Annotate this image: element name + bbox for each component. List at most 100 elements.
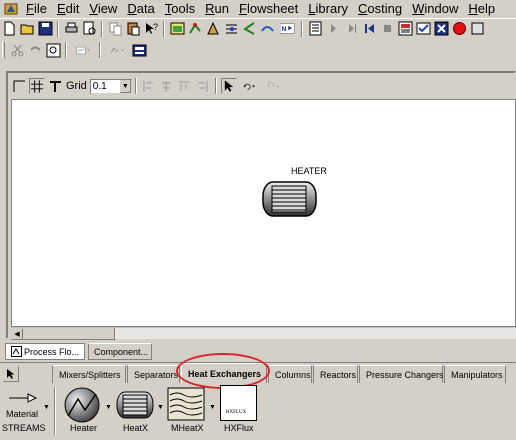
menu-flowsheet[interactable]: Flowsheet	[235, 1, 304, 16]
align-top-icon[interactable]	[177, 78, 193, 94]
chevron-down-icon[interactable]: ▼	[105, 404, 112, 411]
print-icon[interactable]	[63, 21, 79, 37]
cut-icon[interactable]	[9, 42, 25, 58]
menu-tools[interactable]: Tools	[161, 1, 201, 16]
reconcile-icon[interactable]	[241, 21, 257, 37]
menu-label-rest: lowsheet	[246, 1, 299, 16]
select-mode-arrow-icon[interactable]	[3, 366, 19, 382]
reinitialize-icon[interactable]	[361, 21, 377, 37]
settings-icon[interactable]	[469, 21, 485, 37]
draw-line-icon[interactable]	[11, 78, 27, 94]
grid-toggle-icon[interactable]	[29, 78, 45, 94]
tab-components[interactable]: Component...	[88, 343, 153, 360]
whats-this-help-icon[interactable]: ?	[143, 21, 159, 37]
chevron-down-icon[interactable]: ▼	[119, 79, 131, 93]
paste-icon[interactable]	[125, 21, 141, 37]
scroll-left-icon[interactable]: ◀	[11, 328, 23, 340]
undo-icon[interactable]	[27, 42, 43, 58]
toolbar-separator	[214, 78, 217, 94]
results-summary-icon[interactable]	[397, 21, 413, 37]
heatx-item[interactable]: HeatX ▼	[115, 385, 165, 440]
svg-text:N: N	[281, 26, 286, 33]
new-file-icon[interactable]	[1, 21, 17, 37]
model-library-icon[interactable]	[205, 21, 221, 37]
tab-manipulators[interactable]: Manipulators	[444, 365, 506, 383]
print-preview-icon[interactable]	[81, 21, 97, 37]
material-streams-item[interactable]: Material STREAMS ▼	[0, 385, 52, 440]
menu-accelerator: L	[308, 1, 316, 16]
menu-costing[interactable]: Costing	[354, 1, 408, 16]
align-center-icon[interactable]	[159, 78, 175, 94]
copy-icon[interactable]	[107, 21, 123, 37]
tab-reactors[interactable]: Reactors	[313, 365, 358, 383]
toolbar-grip[interactable]	[2, 42, 5, 58]
horizontal-scrollbar[interactable]: ◀	[11, 327, 516, 340]
menu-label-rest: ile	[33, 1, 47, 16]
secondary-toolbar	[0, 40, 516, 60]
menu-window[interactable]: Window	[408, 1, 464, 16]
material-stream-icon	[9, 393, 38, 403]
streams-toggle-icon[interactable]	[259, 21, 275, 37]
aspen-app-icon[interactable]	[4, 2, 18, 16]
open-folder-icon[interactable]	[19, 21, 35, 37]
heater-label: Heater	[70, 423, 98, 433]
chevron-down-icon[interactable]: ▼	[209, 404, 216, 411]
record-stop-icon[interactable]	[451, 21, 467, 37]
tab-pressure-changers[interactable]: Pressure Changers	[359, 365, 444, 383]
run-icon[interactable]	[343, 21, 359, 37]
chart-dropdown-icon[interactable]	[71, 42, 95, 58]
window-tabs: Process Flo... Component...	[5, 343, 155, 361]
menu-file[interactable]: File	[22, 1, 53, 16]
align-left-icon[interactable]	[141, 78, 157, 94]
heater-block[interactable]	[262, 181, 317, 217]
chevron-down-icon[interactable]: ▼	[43, 404, 50, 411]
hxflux-icon-text: HXFLUX	[226, 410, 247, 415]
toolbar-separator	[65, 42, 67, 58]
menu-help[interactable]: Help	[464, 1, 501, 16]
heater-item[interactable]: Heater ▼	[60, 385, 115, 440]
palette-separator	[54, 387, 56, 435]
properties-icon[interactable]	[131, 42, 147, 58]
check-results-icon[interactable]	[415, 21, 431, 37]
menu-accelerator: R	[205, 1, 215, 16]
save-icon[interactable]	[37, 21, 53, 37]
grid-label: Grid	[66, 80, 87, 92]
hxflux-item[interactable]: HXFLUX HXFlux	[219, 385, 259, 440]
menu-accelerator: H	[468, 1, 478, 16]
tab-process-flowsheet[interactable]: Process Flo...	[5, 343, 86, 360]
stop-icon[interactable]	[379, 21, 395, 37]
chevron-down-icon[interactable]: ▼	[157, 404, 164, 411]
menu-label-rest: ata	[136, 1, 155, 16]
tab-mixers-splitters[interactable]: Mixers/Splitters	[52, 365, 126, 383]
step-icon[interactable]	[325, 21, 341, 37]
process-flowsheet-window: Grid 0.1 ▼ HEATER ◀	[6, 71, 516, 340]
grid-size-select[interactable]: 0.1 ▼	[89, 78, 132, 94]
analysis-dropdown-icon[interactable]	[105, 42, 129, 58]
flowsheet-canvas[interactable]: HEATER	[11, 99, 516, 327]
zoom-icon[interactable]	[45, 42, 61, 58]
align-right-icon[interactable]	[195, 78, 211, 94]
menu-data[interactable]: Data	[123, 1, 160, 16]
snap-to-grid-icon[interactable]	[47, 78, 63, 94]
mheatx-item[interactable]: MHeatX ▼	[165, 385, 217, 440]
scrollbar-thumb[interactable]	[23, 328, 115, 340]
flip-icon[interactable]	[263, 78, 285, 94]
menu-edit[interactable]: Edit	[53, 1, 85, 16]
tab-label: Process Flo...	[24, 346, 80, 357]
menu-run[interactable]: Run	[201, 1, 235, 16]
next-input-icon[interactable]: N	[277, 21, 297, 37]
stream-analysis-icon[interactable]	[223, 21, 239, 37]
rotate-icon[interactable]	[239, 78, 261, 94]
toolbar-separator	[101, 20, 103, 37]
tab-separators[interactable]: Separators	[127, 365, 180, 383]
flowsheet-tool-icon[interactable]	[187, 21, 203, 37]
menu-library[interactable]: Library	[304, 1, 354, 16]
select-pointer-icon[interactable]	[220, 78, 237, 94]
menu-view[interactable]: View	[85, 1, 123, 16]
mheatx-icon	[167, 387, 205, 421]
hxflux-label: HXFlux	[224, 423, 254, 433]
control-panel-icon[interactable]	[307, 21, 323, 37]
close-x-icon[interactable]	[433, 21, 449, 37]
tab-columns[interactable]: Columns	[268, 365, 312, 383]
data-browser-icon[interactable]	[169, 21, 185, 37]
